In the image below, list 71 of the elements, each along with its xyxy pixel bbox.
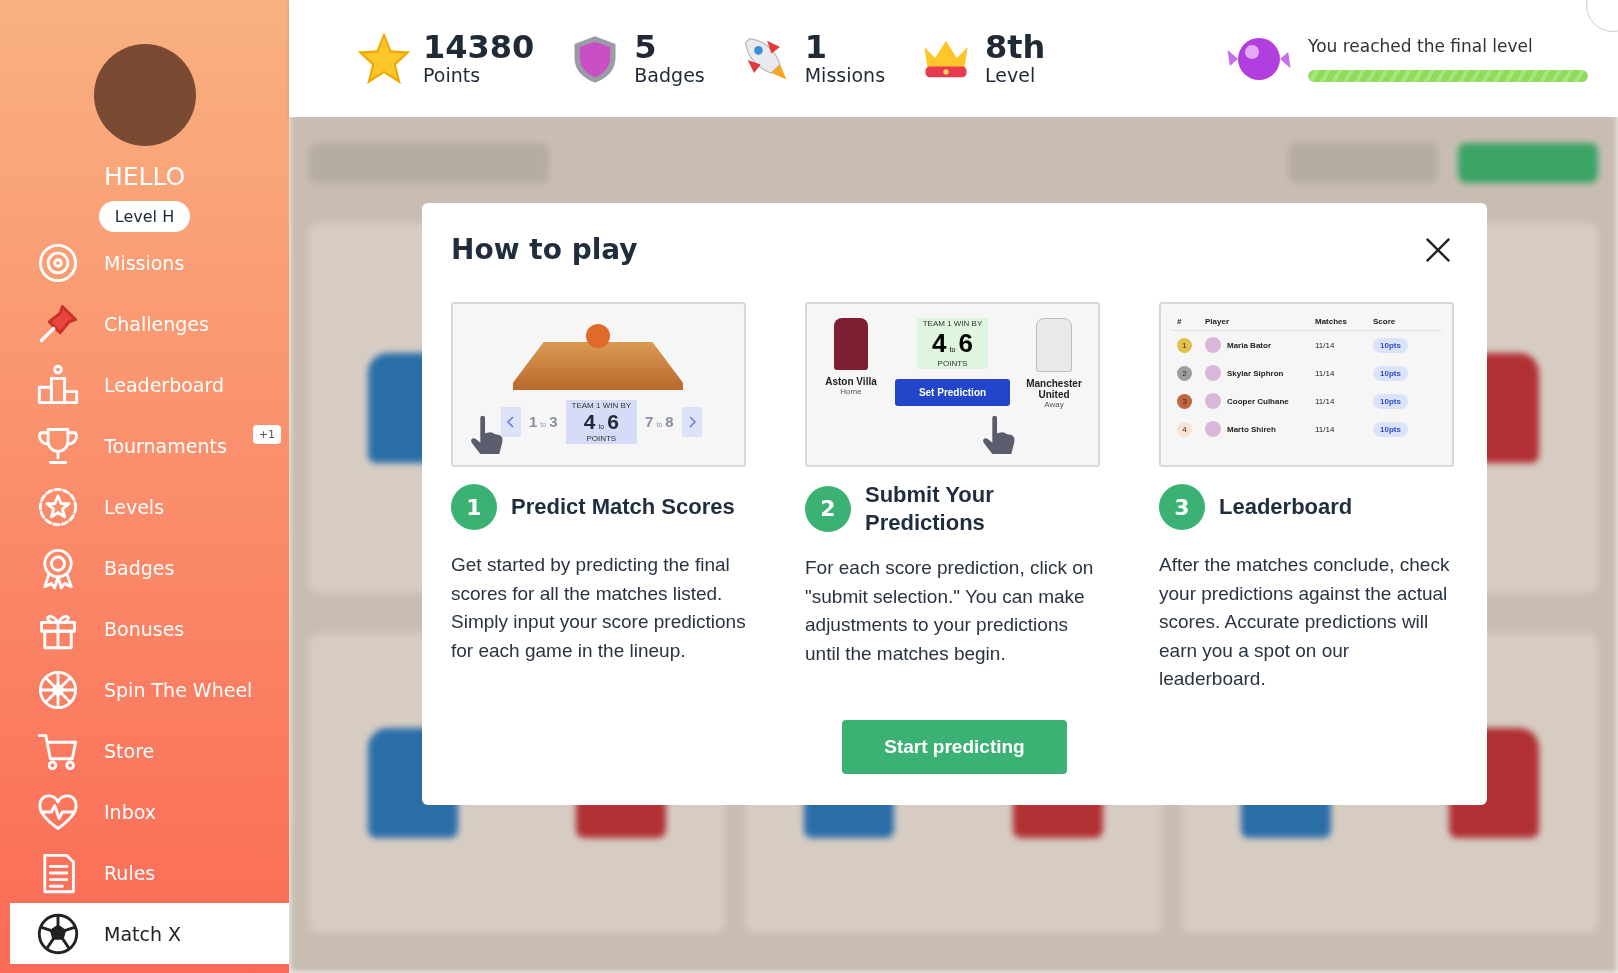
- stat-label: Missions: [804, 64, 886, 87]
- table-cell-text: 11/14: [1315, 340, 1336, 350]
- step-number: 2: [805, 485, 851, 532]
- progress-text: You reached the final level: [1308, 35, 1534, 56]
- team-side: Home: [840, 387, 862, 396]
- stat-value: 5: [634, 30, 658, 65]
- avatar-icon: [1205, 393, 1221, 409]
- sidebar-item[interactable]: Badges: [10, 537, 289, 598]
- rank-medal: 3: [1177, 393, 1192, 409]
- sidebar-item[interactable]: Spin The Wheel: [10, 659, 289, 720]
- player-name: Maria Bator: [1227, 340, 1271, 350]
- jersey-drawing: [1036, 318, 1072, 372]
- team-side: Away: [1044, 400, 1064, 409]
- step-number: 1: [451, 484, 497, 530]
- sidebar-item[interactable]: Leaderboard: [10, 354, 289, 415]
- step-title: Predict Match Scores: [511, 493, 735, 521]
- soccer-ball-icon: [36, 911, 80, 956]
- step-description: Get started by predicting the final scores for all the matches listed. Simply input your score predictions for each game in the lineup.: [451, 553, 747, 663]
- stat-label: Badges: [634, 64, 705, 87]
- player-name: Cooper Culhane: [1227, 396, 1289, 406]
- points-pill: 10pts: [1373, 393, 1408, 409]
- avatar-icon: [1205, 337, 1221, 353]
- points-pill: 10pts: [1373, 337, 1408, 353]
- sidebar-item[interactable]: Tournaments +1: [10, 415, 289, 476]
- rank-medal: 1: [1177, 337, 1192, 353]
- jersey-drawing: [834, 318, 868, 370]
- star-icon: [357, 31, 411, 86]
- chevron-right-icon: [681, 407, 702, 437]
- stat-label: Level: [985, 64, 1037, 87]
- column-header: #: [1176, 316, 1183, 326]
- stat-value: 14380: [423, 30, 535, 65]
- sidebar-item[interactable]: Inbox: [10, 781, 289, 842]
- rank-medal: 4: [1177, 421, 1192, 437]
- stat-value: 1: [804, 30, 828, 65]
- table-cell-text: 11/14: [1315, 368, 1336, 378]
- step-description: After the matches conclude, check your predictions against the actual scores. Accurate predictions will earn you a spot on our leaderboard.: [1159, 553, 1451, 691]
- sidebar-item[interactable]: Bonuses: [10, 598, 289, 659]
- column-header: Player: [1205, 316, 1231, 326]
- points-pill: 10pts: [1373, 421, 1408, 437]
- table-cell-text: 11/14: [1315, 396, 1336, 406]
- level-badge: Level H: [98, 201, 191, 232]
- close-icon[interactable]: [1424, 235, 1452, 264]
- count-badge: +1: [252, 425, 281, 444]
- sidebar-item[interactable]: Missions: [10, 232, 289, 293]
- stat-label: Points: [423, 64, 482, 87]
- dialog-title: How to play: [451, 233, 638, 266]
- step-description: For each score prediction, click on "submit selection." You can make adjustments to your predictions until the matches begin.: [805, 556, 1095, 666]
- greeting-text: HELLO: [103, 162, 186, 191]
- sidebar-item[interactable]: Rules: [10, 842, 289, 903]
- player-name: Skylar Siphron: [1227, 368, 1284, 378]
- stat-value: 8th: [985, 30, 1046, 65]
- sidebar-item[interactable]: Store: [10, 720, 289, 781]
- step-title: Leaderboard: [1219, 493, 1353, 521]
- avatar-icon: [1205, 365, 1221, 381]
- table-cell-text: 11/14: [1315, 424, 1336, 434]
- player-name: Marto Shireh: [1227, 424, 1276, 434]
- sidebar-item[interactable]: Challenges: [10, 293, 289, 354]
- sidebar-item[interactable]: Match X: [10, 903, 289, 964]
- avatar-icon: [1205, 421, 1221, 437]
- step-number: 3: [1159, 484, 1205, 530]
- team-name: Aston Villa: [825, 376, 877, 387]
- podium-icon: [36, 362, 80, 407]
- sidebar-item[interactable]: Levels: [10, 476, 289, 537]
- points-pill: 10pts: [1373, 365, 1408, 381]
- column-header: Matches: [1315, 316, 1348, 326]
- column-header: Score: [1373, 316, 1397, 326]
- step-title: Submit Your Predictions: [865, 481, 995, 536]
- chevron-left-icon: [501, 407, 521, 437]
- team-name: Manchester United: [1025, 378, 1083, 400]
- start-predicting-button[interactable]: Start predicting: [842, 719, 1067, 774]
- rank-medal: 2: [1177, 365, 1192, 381]
